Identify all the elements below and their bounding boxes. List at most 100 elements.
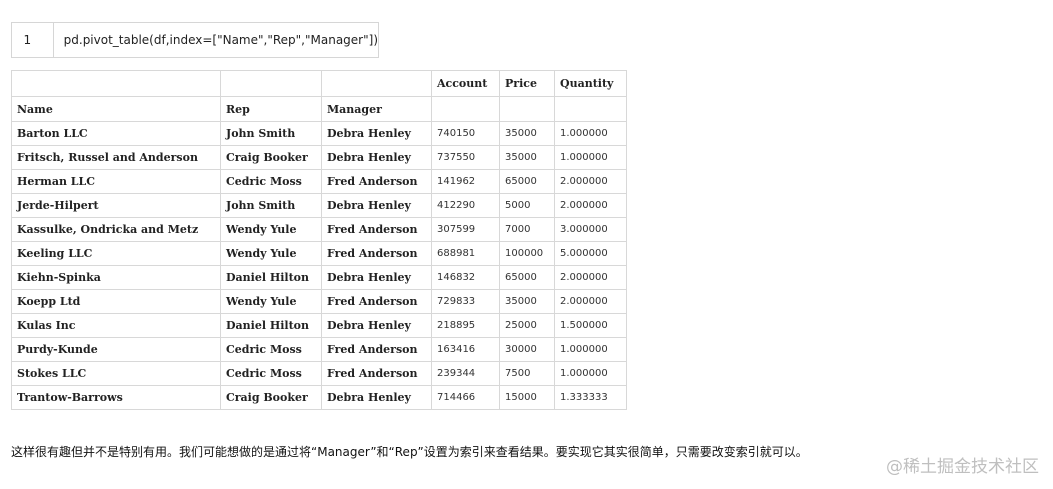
index-header-rep: Rep	[220, 96, 322, 122]
table-row: Kulas Inc Daniel Hilton Debra Henley 218895…	[11, 313, 627, 338]
cell-name: Kiehn-Spinka	[11, 265, 221, 290]
cell-price: 100000	[499, 241, 555, 266]
cell-account: 163416	[431, 337, 500, 362]
table-row: Barton LLC John Smith Debra Henley 740150 35…	[11, 121, 627, 146]
cell-name: Stokes LLC	[11, 361, 221, 386]
cell-name: Keeling LLC	[11, 241, 221, 266]
cell-quantity: 1.000000	[554, 145, 627, 170]
cell-account: 714466	[431, 385, 500, 410]
cell-rep: Craig Booker	[220, 385, 322, 410]
code-cell: 1 pd.pivot_table(df,index=["Name","Rep",…	[11, 22, 379, 58]
table-row: Kassulke, Ondricka and Metz Wendy Yule Fre…	[11, 217, 627, 242]
header-cell	[11, 70, 221, 97]
cell-manager: Debra Henley	[321, 385, 432, 410]
cell-rep: Cedric Moss	[220, 337, 322, 362]
cell-quantity: 2.000000	[554, 289, 627, 314]
caption-text: 这样很有趣但并不是特别有用。我们可能想做的是通过将“Manager”和“Rep”…	[11, 445, 808, 459]
cell-price: 65000	[499, 265, 555, 290]
cell-manager: Debra Henley	[321, 193, 432, 218]
cell-name: Fritsch, Russel and Anderson	[11, 145, 221, 170]
cell-price: 35000	[499, 145, 555, 170]
cell-rep: Cedric Moss	[220, 361, 322, 386]
cell-price: 35000	[499, 289, 555, 314]
cell-quantity: 3.000000	[554, 217, 627, 242]
cell-price: 65000	[499, 169, 555, 194]
cell-account: 146832	[431, 265, 500, 290]
cell-quantity: 1.500000	[554, 313, 627, 338]
table-row: Herman LLC Cedric Moss Fred Anderson 141962…	[11, 169, 627, 194]
cell-manager: Debra Henley	[321, 145, 432, 170]
cell-name: Trantow-Barrows	[11, 385, 221, 410]
cell-quantity: 2.000000	[554, 265, 627, 290]
cell-name: Barton LLC	[11, 121, 221, 146]
cell-manager: Debra Henley	[321, 313, 432, 338]
cell-rep: Wendy Yule	[220, 241, 322, 266]
cell-price: 7500	[499, 361, 555, 386]
table-row: Trantow-Barrows Craig Booker Debra Henley 7…	[11, 385, 627, 410]
header-account: Account	[431, 70, 500, 97]
header-cell	[321, 70, 432, 97]
cell-manager: Fred Anderson	[321, 217, 432, 242]
cell-account: 307599	[431, 217, 500, 242]
cell-price: 5000	[499, 193, 555, 218]
code-text: pd.pivot_table(df,index=["Name","Rep","M…	[63, 33, 378, 47]
header-cell	[499, 96, 555, 122]
cell-account: 141962	[431, 169, 500, 194]
cell-manager: Fred Anderson	[321, 361, 432, 386]
cell-account: 412290	[431, 193, 500, 218]
index-header-name: Name	[11, 96, 221, 122]
cell-account: 688981	[431, 241, 500, 266]
table-row: Jerde-Hilpert John Smith Debra Henley 41229…	[11, 193, 627, 218]
cell-manager: Fred Anderson	[321, 241, 432, 266]
cell-quantity: 1.000000	[554, 361, 627, 386]
cell-price: 7000	[499, 217, 555, 242]
cell-name: Kulas Inc	[11, 313, 221, 338]
cell-rep: Daniel Hilton	[220, 265, 322, 290]
cell-rep: Daniel Hilton	[220, 313, 322, 338]
cell-account: 740150	[431, 121, 500, 146]
cell-price: 15000	[499, 385, 555, 410]
cell-price: 35000	[499, 121, 555, 146]
cell-quantity: 2.000000	[554, 193, 627, 218]
cell-name: Kassulke, Ondricka and Metz	[11, 217, 221, 242]
cell-manager: Debra Henley	[321, 121, 432, 146]
cell-account: 218895	[431, 313, 500, 338]
cell-quantity: 1.000000	[554, 121, 627, 146]
cell-rep: Wendy Yule	[220, 217, 322, 242]
table-row: Keeling LLC Wendy Yule Fred Anderson 688981…	[11, 241, 627, 266]
cell-manager: Debra Henley	[321, 265, 432, 290]
cell-name: Herman LLC	[11, 169, 221, 194]
table-body: Barton LLC John Smith Debra Henley 740150 35…	[11, 121, 627, 410]
cell-rep: John Smith	[220, 121, 322, 146]
header-cell	[554, 96, 627, 122]
cell-rep: Cedric Moss	[220, 169, 322, 194]
cell-manager: Fred Anderson	[321, 169, 432, 194]
cell-quantity: 5.000000	[554, 241, 627, 266]
cell-quantity: 1.333333	[554, 385, 627, 410]
watermark: @稀土掘金技术社区	[886, 457, 1039, 477]
cell-name: Koepp Ltd	[11, 289, 221, 314]
pivot-table: Account Price Quantity Name Rep Manager …	[11, 70, 627, 410]
cell-account: 729833	[431, 289, 500, 314]
header-quantity: Quantity	[554, 70, 627, 97]
cell-rep: Wendy Yule	[220, 289, 322, 314]
cell-account: 239344	[431, 361, 500, 386]
header-price: Price	[499, 70, 555, 97]
cell-quantity: 1.000000	[554, 337, 627, 362]
index-header-row: Name Rep Manager	[11, 96, 627, 122]
index-header-manager: Manager	[321, 96, 432, 122]
cell-name: Purdy-Kunde	[11, 337, 221, 362]
cell-price: 30000	[499, 337, 555, 362]
cell-name: Jerde-Hilpert	[11, 193, 221, 218]
cell-quantity: 2.000000	[554, 169, 627, 194]
table-row: Koepp Ltd Wendy Yule Fred Anderson 729833 35…	[11, 289, 627, 314]
header-cell	[220, 70, 322, 97]
cell-price: 25000	[499, 313, 555, 338]
cell-rep: Craig Booker	[220, 145, 322, 170]
table-row: Fritsch, Russel and Anderson Craig Booker…	[11, 145, 627, 170]
table-row: Kiehn-Spinka Daniel Hilton Debra Henley 146…	[11, 265, 627, 290]
line-number: 1	[12, 23, 54, 57]
cell-manager: Fred Anderson	[321, 337, 432, 362]
header-cell	[431, 96, 500, 122]
cell-rep: John Smith	[220, 193, 322, 218]
